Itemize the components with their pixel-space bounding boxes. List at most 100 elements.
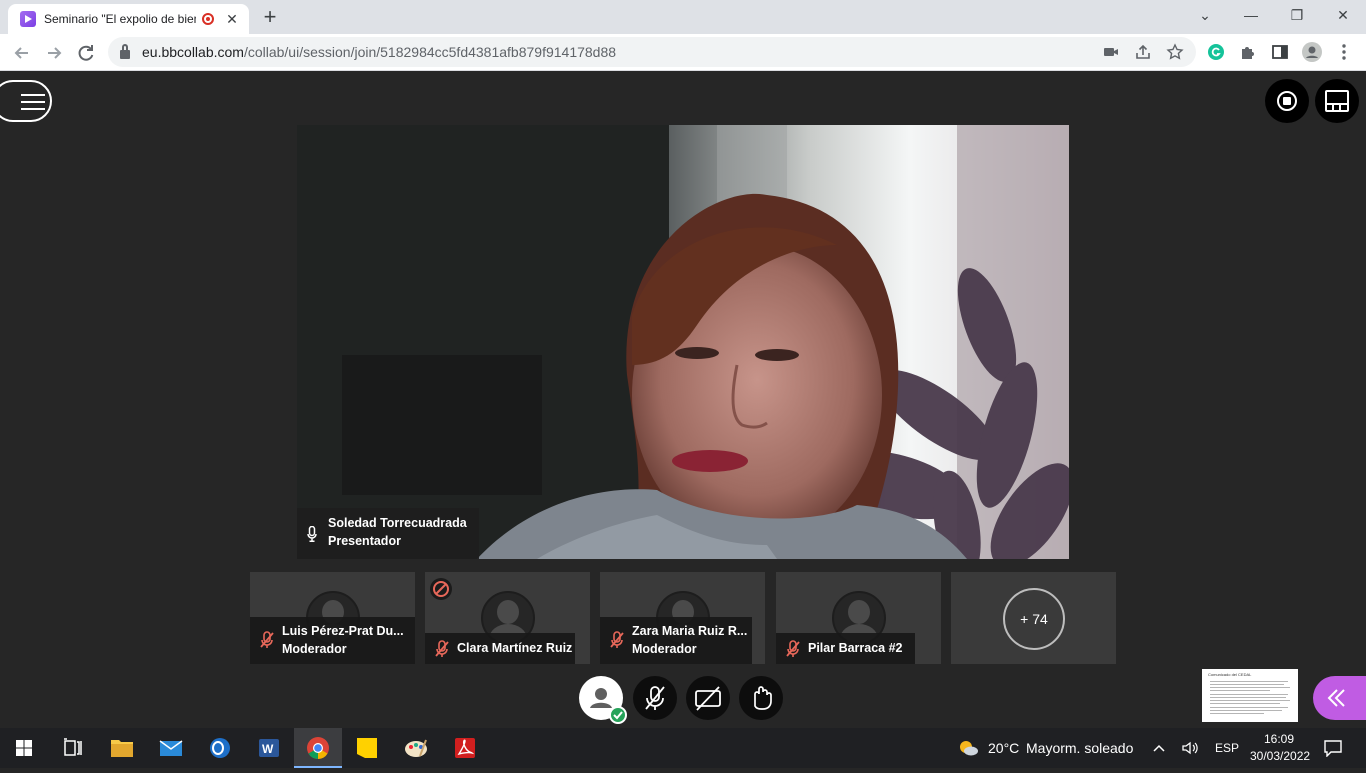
camera-toggle-button[interactable]	[686, 676, 730, 720]
more-participants-count: + 74	[1003, 588, 1065, 650]
doc-text-line	[1210, 707, 1288, 708]
open-panel-button[interactable]	[1313, 676, 1366, 720]
status-check-icon	[609, 706, 627, 724]
doc-text-line	[1210, 690, 1270, 691]
notifications-icon[interactable]	[1323, 739, 1343, 757]
tab-title: Seminario "El expolio de bienes cultural…	[44, 12, 196, 26]
side-panel-icon[interactable]	[1270, 42, 1290, 62]
file-explorer-app[interactable]	[98, 728, 146, 768]
outlook-icon	[210, 738, 230, 758]
participant-role: Moderador	[282, 642, 347, 656]
participant-name-tag: Clara Martínez Ruiz	[425, 633, 575, 664]
participant-tile[interactable]: Pilar Barraca #2	[776, 572, 941, 664]
doc-text-line	[1210, 703, 1280, 704]
microphone-muted-icon	[786, 640, 800, 657]
sticky-notes-app[interactable]	[343, 728, 391, 768]
raise-hand-icon	[754, 686, 772, 710]
word-icon: W	[259, 739, 279, 757]
microphone-off-icon	[645, 686, 665, 710]
new-tab-button[interactable]: +	[258, 6, 282, 30]
weather-description[interactable]: Mayorm. soleado	[1026, 740, 1133, 756]
minimize-button[interactable]: —	[1228, 4, 1274, 28]
webcam-feed-image	[297, 125, 1069, 559]
pdf-icon	[455, 738, 475, 758]
presenter-role: Presentador	[328, 534, 401, 548]
browser-tab[interactable]: Seminario "El expolio de bienes cultural…	[8, 4, 249, 34]
clock-time[interactable]: 16:09	[1264, 732, 1294, 746]
participant-name-tag: Pilar Barraca #2	[776, 633, 915, 664]
chrome-app[interactable]	[294, 728, 342, 768]
participant-tile[interactable]: Luis Pérez-Prat Du... Moderador	[250, 572, 415, 664]
browser-tabstrip: Seminario "El expolio de bienes cultural…	[0, 0, 1366, 34]
mail-app[interactable]	[147, 728, 195, 768]
tab-close-button[interactable]: ✕	[224, 11, 240, 28]
chrome-icon	[307, 737, 329, 759]
restore-button[interactable]: ❐	[1274, 4, 1320, 28]
volume-icon[interactable]	[1181, 740, 1199, 756]
weather-temperature[interactable]: 20°C	[988, 740, 1019, 756]
my-status-button[interactable]	[579, 676, 627, 724]
back-button[interactable]	[8, 39, 36, 67]
url-text: eu.bbcollab.com/collab/ui/session/join/5…	[142, 44, 616, 60]
hamburger-icon	[21, 94, 45, 96]
extensions-puzzle-icon[interactable]	[1238, 42, 1258, 62]
microphone-muted-icon	[435, 640, 449, 657]
doc-text-line	[1210, 687, 1290, 688]
show-hidden-icons-chevron-icon[interactable]	[1152, 741, 1166, 755]
url-path: /collab/ui/session/join/5182984cc5fd4381…	[243, 44, 617, 60]
doc-text-line	[1210, 713, 1264, 714]
more-participants-tile[interactable]: + 74	[951, 572, 1116, 664]
profile-avatar-icon[interactable]	[1302, 42, 1322, 62]
start-button[interactable]	[0, 728, 48, 768]
close-window-button[interactable]: ✕	[1320, 4, 1366, 28]
camera-in-use-icon[interactable]	[1102, 43, 1120, 61]
participant-tile[interactable]: Clara Martínez Ruiz	[425, 572, 590, 664]
grammarly-extension-icon[interactable]	[1206, 42, 1226, 62]
doc-text-line	[1210, 700, 1290, 701]
weather-partly-sunny-icon	[960, 741, 978, 756]
clock-date[interactable]: 30/03/2022	[1250, 749, 1310, 763]
doc-text-line	[1210, 710, 1282, 711]
paint-palette-icon	[405, 739, 427, 757]
participant-name-tag: Luis Pérez-Prat Du... Moderador	[250, 617, 415, 664]
reload-button[interactable]	[72, 39, 100, 67]
camera-off-icon	[695, 686, 721, 711]
lock-icon	[120, 43, 130, 59]
raise-hand-button[interactable]	[739, 676, 783, 720]
outlook-app[interactable]	[196, 728, 244, 768]
participant-role: Moderador	[632, 642, 697, 656]
presenter-name-tag: Soledad Torrecuadrada Presentador	[297, 508, 479, 559]
participant-name-tag: Zara Maria Ruiz R... Moderador	[600, 617, 752, 664]
word-app[interactable]: W	[245, 728, 293, 768]
doc-text-line	[1210, 681, 1288, 682]
share-icon[interactable]	[1134, 43, 1152, 61]
collaborate-favicon-icon	[20, 11, 36, 27]
acrobat-app[interactable]	[441, 728, 489, 768]
microphone-muted-icon	[610, 631, 624, 648]
hamburger-icon-line	[21, 108, 45, 110]
task-view-button[interactable]	[48, 728, 96, 768]
paint-app[interactable]	[392, 728, 440, 768]
shared-document-thumbnail[interactable]: Comunicado del CEDAL	[1202, 669, 1298, 722]
svg-text:W: W	[262, 742, 274, 756]
url-host: eu.bbcollab.com	[142, 44, 244, 60]
doc-text-line	[1210, 694, 1288, 695]
doc-text-line	[1210, 697, 1286, 698]
input-language[interactable]: ESP	[1215, 741, 1239, 755]
participant-name: Clara Martínez Ruiz	[457, 641, 573, 655]
session-menu-button[interactable]	[0, 80, 52, 122]
mail-icon	[159, 740, 183, 756]
browser-toolbar: eu.bbcollab.com/collab/ui/session/join/5…	[0, 34, 1366, 71]
chrome-menu-icon[interactable]	[1334, 42, 1354, 62]
forward-button[interactable]	[40, 39, 68, 67]
presenter-video[interactable]: Soledad Torrecuadrada Presentador	[297, 125, 1069, 559]
collab-session: Soledad Torrecuadrada Presentador Luis P…	[0, 71, 1366, 728]
stop-sharing-button[interactable]	[1265, 79, 1309, 123]
address-bar[interactable]: eu.bbcollab.com/collab/ui/session/join/5…	[108, 37, 1196, 67]
grid-layout-icon	[1325, 90, 1349, 112]
microphone-toggle-button[interactable]	[633, 676, 677, 720]
tab-search-button[interactable]: ⌄	[1182, 4, 1228, 28]
participant-tile[interactable]: Zara Maria Ruiz R... Moderador	[600, 572, 765, 664]
layout-toggle-button[interactable]	[1315, 79, 1359, 123]
bookmark-star-icon[interactable]	[1166, 43, 1184, 61]
